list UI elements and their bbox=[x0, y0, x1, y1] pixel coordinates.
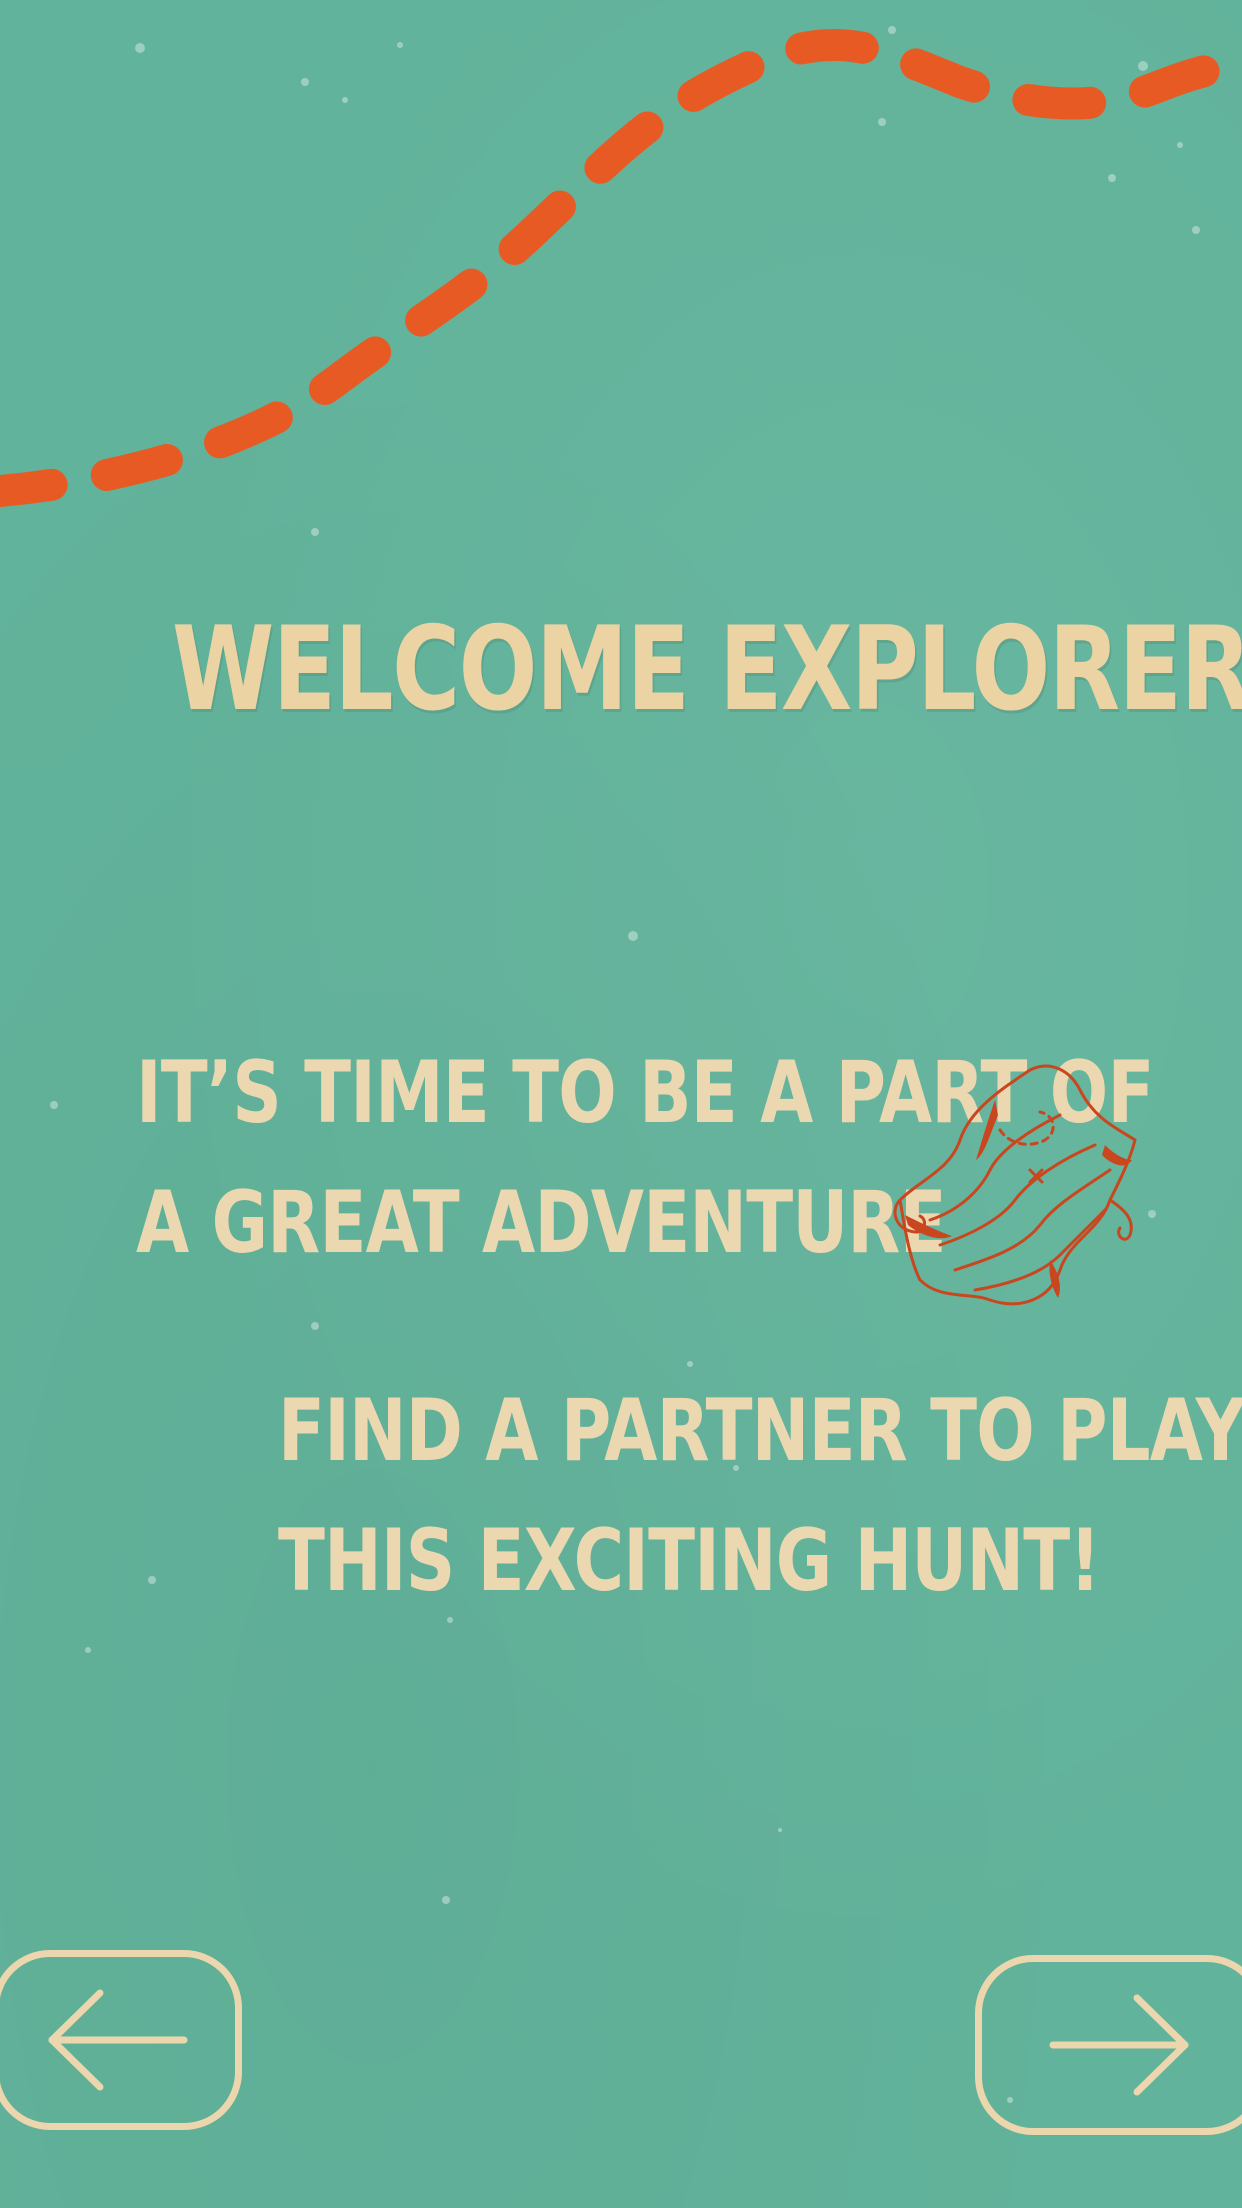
intro-line-2: A GREAT ADVENTURE bbox=[136, 1173, 947, 1273]
arrow-left-icon bbox=[48, 1989, 188, 2091]
instruction-line-1: FIND A PARTNER TO PLAY bbox=[278, 1381, 1242, 1481]
instruction-line-2: THIS EXCITING HUNT! bbox=[278, 1511, 1101, 1611]
page-title: WELCOME EXPLORER! bbox=[172, 602, 1242, 737]
treasure-map-icon bbox=[893, 1064, 1137, 1306]
next-button[interactable] bbox=[975, 1955, 1242, 2135]
dashed-trail-decoration bbox=[0, 28, 1242, 508]
arrow-right-icon bbox=[1049, 1994, 1189, 2096]
back-button[interactable] bbox=[0, 1950, 242, 2130]
